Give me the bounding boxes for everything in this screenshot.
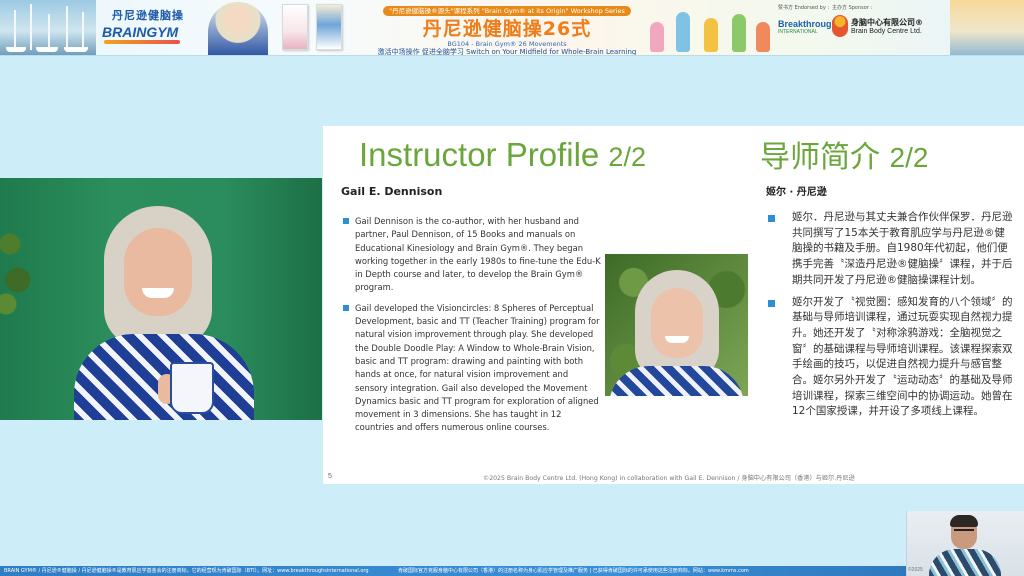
bullet-square-icon — [768, 299, 775, 307]
brain-body-centre-logo-icon — [832, 15, 848, 37]
slide-page-number: 5 — [328, 473, 332, 480]
list-item: Gail developed the Visioncircles: 8 Sphe… — [343, 302, 601, 435]
shared-slide: Instructor Profile 2/2 导师简介 2/2 Gail E. … — [323, 126, 1024, 484]
instructor-portrait-banner — [208, 2, 268, 55]
instructor-name-cn: 姬尔 · 丹尼逊 — [766, 187, 827, 198]
bullet-square-icon — [768, 215, 775, 222]
instructor-photo — [605, 254, 748, 396]
instructor-figure — [74, 198, 254, 420]
trademark-strip: BRAIN GYM® / 丹尼逊®健脑操 / 丹尼逊健脑操®是教育肌应学基金会的… — [0, 566, 1024, 576]
book-cover-1 — [282, 4, 308, 50]
course-code: BG104 - Brain Gym® 26 Movements — [447, 40, 567, 48]
mug — [170, 362, 214, 414]
book-cover-2 — [316, 4, 342, 50]
series-label: "丹尼逊健脑操®源头"课程系列 "Brain Gym® at its Origi… — [383, 6, 631, 16]
bullet-square-icon — [343, 304, 349, 311]
glasses-icon — [954, 529, 974, 533]
harbor-photo — [0, 0, 96, 55]
banner-title-block: "丹尼逊健脑操®源头"课程系列 "Brain Gym® at its Origi… — [372, 0, 642, 56]
bio-list-cn: 姬尔．丹尼逊与其丈夫兼合作伙伴保罗．丹尼逊共同撰写了15本关于教育肌应学与丹尼逊… — [768, 210, 1015, 426]
presenter-webcam-video[interactable]: ©2025 — [906, 511, 1024, 576]
plant-background — [0, 208, 34, 328]
list-item: 姬尔．丹尼逊与其丈夫兼合作伙伴保罗．丹尼逊共同撰写了15本关于教育肌应学与丹尼逊… — [768, 210, 1015, 289]
instructor-name-en: Gail E. Dennison — [341, 185, 443, 198]
banner-main-title: 丹尼逊健脑操26式 — [422, 18, 592, 40]
trademark-text-left: BRAIN GYM® / 丹尼逊®健脑操 / 丹尼逊健脑操®是教育肌应学基金会的… — [4, 568, 369, 574]
children-illustration — [642, 4, 777, 54]
sunset-photo — [950, 0, 1024, 55]
brain-gym-logo: 丹尼逊健脑操 BRAINGYM — [100, 7, 184, 49]
slide-footer: ©2025 Brain Body Centre Ltd. (Hong Kong)… — [483, 475, 855, 482]
list-item: Gail Dennison is the co-author, with her… — [343, 215, 601, 295]
instructor-webcam-video[interactable] — [0, 178, 322, 420]
list-item: 姬尔开发了〝视觉圈：感知发育的八个领域〞的基础与导师培训课程，通过玩耍实现自然视… — [768, 295, 1015, 421]
trademark-text-right: 肯破国际官方克服身脑中心有限公司（香港）的注册名称为身心肌应学管理及推广服务 |… — [398, 568, 749, 574]
workshop-banner: 丹尼逊健脑操 BRAINGYM "丹尼逊健脑操®源头"课程系列 "Brain G… — [0, 0, 1024, 56]
sponsor-block: 主办方 Sponsor : 身脑中心有限公司® Brain Body Centr… — [832, 5, 923, 37]
slide-title-cn: 导师简介 2/2 — [760, 140, 929, 175]
bio-list-en: Gail Dennison is the co-author, with her… — [343, 215, 601, 442]
banner-tagline: 激活中场操作 促进全脑学习 Switch on Your Midfield fo… — [377, 48, 637, 56]
slide-title-en: Instructor Profile 2/2 — [359, 136, 646, 173]
bullet-square-icon — [343, 218, 349, 224]
